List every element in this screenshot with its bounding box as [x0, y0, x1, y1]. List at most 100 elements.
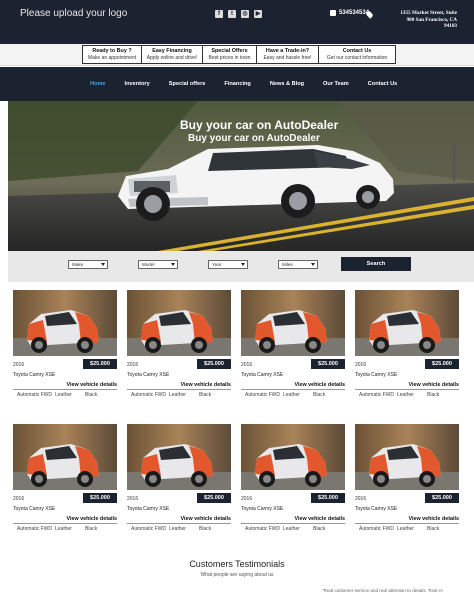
listing-card[interactable]: 2016 $25.000 Toyota Camry XSE View vehicle … — [355, 290, 459, 403]
info-item-contact-us[interactable]: Contact Us Get our contact information — [318, 45, 396, 64]
vehicle-photo[interactable] — [13, 424, 117, 490]
nav-item-home[interactable]: Home — [90, 81, 113, 87]
vehicle-specs: Automatic FWD Leather Black — [17, 392, 117, 398]
vehicle-year: 2016 — [355, 362, 367, 368]
spec-color: Black — [427, 526, 440, 532]
nav-item-inventory[interactable]: Inventory — [125, 81, 157, 87]
info-item-subtitle: Best prices in town — [208, 55, 251, 61]
vehicle-model[interactable]: Toyota Camry XSE — [13, 372, 55, 378]
listing-card[interactable]: 2016 $25.000 Toyota Camry XSE View vehicle … — [241, 290, 345, 403]
listing-card[interactable]: 2016 $25.000 Toyota Camry XSE View vehicle … — [241, 424, 345, 537]
info-item-title: Easy Financing — [152, 48, 192, 54]
youtube-icon[interactable]: ▶ — [254, 10, 262, 18]
vehicle-year: 2016 — [13, 362, 25, 368]
spec-color: Black — [199, 526, 212, 532]
view-details-link[interactable]: View vehicle details — [180, 382, 231, 388]
vehicle-year: 2016 — [241, 362, 253, 368]
spec-interior: Leather — [397, 526, 414, 532]
spec-interior: Leather — [169, 526, 186, 532]
view-details-link[interactable]: View vehicle details — [66, 382, 117, 388]
model-select[interactable]: Model — [138, 260, 178, 269]
vehicle-model[interactable]: Toyota Camry XSE — [13, 506, 55, 512]
vehicle-model[interactable]: Toyota Camry XSE — [241, 506, 283, 512]
vehicle-model[interactable]: Toyota Camry XSE — [355, 506, 397, 512]
location-pin-icon — [365, 10, 374, 19]
search-bar: Make Model Year Miles Search — [8, 251, 474, 282]
twitter-icon[interactable]: t — [228, 10, 236, 18]
phone-number: 534534534 — [339, 10, 370, 16]
vehicle-photo[interactable] — [127, 424, 231, 490]
vehicle-model[interactable]: Toyota Camry XSE — [241, 372, 283, 378]
vehicle-photo[interactable] — [241, 290, 345, 356]
vehicle-specs: Automatic FWD Leather Black — [359, 392, 459, 398]
vehicle-photo[interactable] — [13, 290, 117, 356]
phone-icon — [330, 10, 336, 16]
listing-card[interactable]: 2016 $25.000 Toyota Camry XSE View vehicle … — [13, 290, 117, 403]
vehicle-model[interactable]: Toyota Camry XSE — [127, 506, 169, 512]
view-details-link[interactable]: View vehicle details — [294, 516, 345, 522]
view-details-link[interactable]: View vehicle details — [66, 516, 117, 522]
divider — [127, 523, 231, 524]
chevron-down-icon — [241, 263, 245, 266]
view-details-link[interactable]: View vehicle details — [180, 516, 231, 522]
nav-item-news-blog[interactable]: News & Blog — [270, 81, 311, 87]
miles-select-value: Miles — [282, 262, 293, 267]
price-badge: $25.000 — [83, 493, 117, 503]
divider — [355, 523, 459, 524]
hero-banner: Buy your car on AutoDealer Buy your car … — [8, 101, 474, 251]
vehicle-year: 2016 — [355, 496, 367, 502]
info-item-title: Special Offers — [211, 48, 248, 54]
address-text: 1355 Market Street, Suite 900 San Franci… — [376, 10, 457, 30]
spec-transmission: Automatic FWD — [359, 392, 395, 398]
make-select-value: Make — [72, 262, 84, 267]
info-item-subtitle: Apply online and drive! — [146, 55, 198, 61]
spec-transmission: Automatic FWD — [17, 526, 53, 532]
info-item-financing[interactable]: Easy Financing Apply online and drive! — [141, 45, 202, 64]
vehicle-photo[interactable] — [127, 290, 231, 356]
listing-card[interactable]: 2016 $25.000 Toyota Camry XSE View vehicle … — [13, 424, 117, 537]
info-item-subtitle: Get our contact information — [326, 55, 388, 61]
view-details-link[interactable]: View vehicle details — [294, 382, 345, 388]
info-item-subtitle: Easy and hassle free! — [263, 55, 312, 61]
listing-card[interactable]: 2016 $25.000 Toyota Camry XSE View vehicle … — [127, 424, 231, 537]
facebook-icon[interactable]: f — [215, 10, 223, 18]
vehicle-model[interactable]: Toyota Camry XSE — [355, 372, 397, 378]
logo-text[interactable]: Please upload your logo — [20, 8, 127, 19]
spec-transmission: Automatic FWD — [131, 392, 167, 398]
instagram-icon[interactable]: ◎ — [241, 10, 249, 18]
testimonials-subtitle: What people are saying about us — [200, 572, 274, 578]
miles-select[interactable]: Miles — [278, 260, 318, 269]
nav-items: Home Inventory Special offers Financing … — [90, 81, 416, 87]
info-item-trade-in[interactable]: Have a Trade-in? Easy and hassle free! — [256, 45, 318, 64]
listing-card[interactable]: 2016 $25.000 Toyota Camry XSE View vehicle … — [127, 290, 231, 403]
testimonial-quote: "Real customer service and real attentio… — [322, 588, 443, 593]
listing-card[interactable]: 2016 $25.000 Toyota Camry XSE View vehicle … — [355, 424, 459, 537]
nav-item-our-team[interactable]: Our Team — [323, 81, 356, 87]
info-strip: Ready to Buy ? Make an appointment Easy … — [0, 44, 474, 66]
price-badge: $25.000 — [311, 493, 345, 503]
info-item-special-offers[interactable]: Special Offers Best prices in town — [202, 45, 256, 64]
spec-color: Black — [199, 392, 212, 398]
price-badge: $25.000 — [197, 359, 231, 369]
vehicle-year: 2016 — [13, 496, 25, 502]
search-button[interactable]: Search — [341, 257, 411, 271]
vehicle-model[interactable]: Toyota Camry XSE — [127, 372, 169, 378]
social-links: f t ◎ ▶ — [215, 10, 262, 18]
divider — [241, 523, 345, 524]
make-select[interactable]: Make — [68, 260, 108, 269]
vehicle-photo[interactable] — [355, 290, 459, 356]
phone-contact[interactable]: 534534534 — [330, 10, 369, 16]
nav-item-financing[interactable]: Financing — [224, 81, 257, 87]
info-item-ready-to-buy[interactable]: Ready to Buy ? Make an appointment — [82, 45, 141, 64]
nav-item-contact-us[interactable]: Contact Us — [368, 81, 405, 87]
price-badge: $25.000 — [83, 359, 117, 369]
view-details-link[interactable]: View vehicle details — [408, 516, 459, 522]
spec-transmission: Automatic FWD — [245, 526, 281, 532]
nav-item-special-offers[interactable]: Special offers — [169, 81, 213, 87]
vehicle-photo[interactable] — [355, 424, 459, 490]
vehicle-photo[interactable] — [241, 424, 345, 490]
view-details-link[interactable]: View vehicle details — [408, 382, 459, 388]
vehicle-specs: Automatic FWD Leather Black — [131, 392, 231, 398]
year-select[interactable]: Year — [208, 260, 248, 269]
year-select-value: Year — [212, 262, 222, 267]
